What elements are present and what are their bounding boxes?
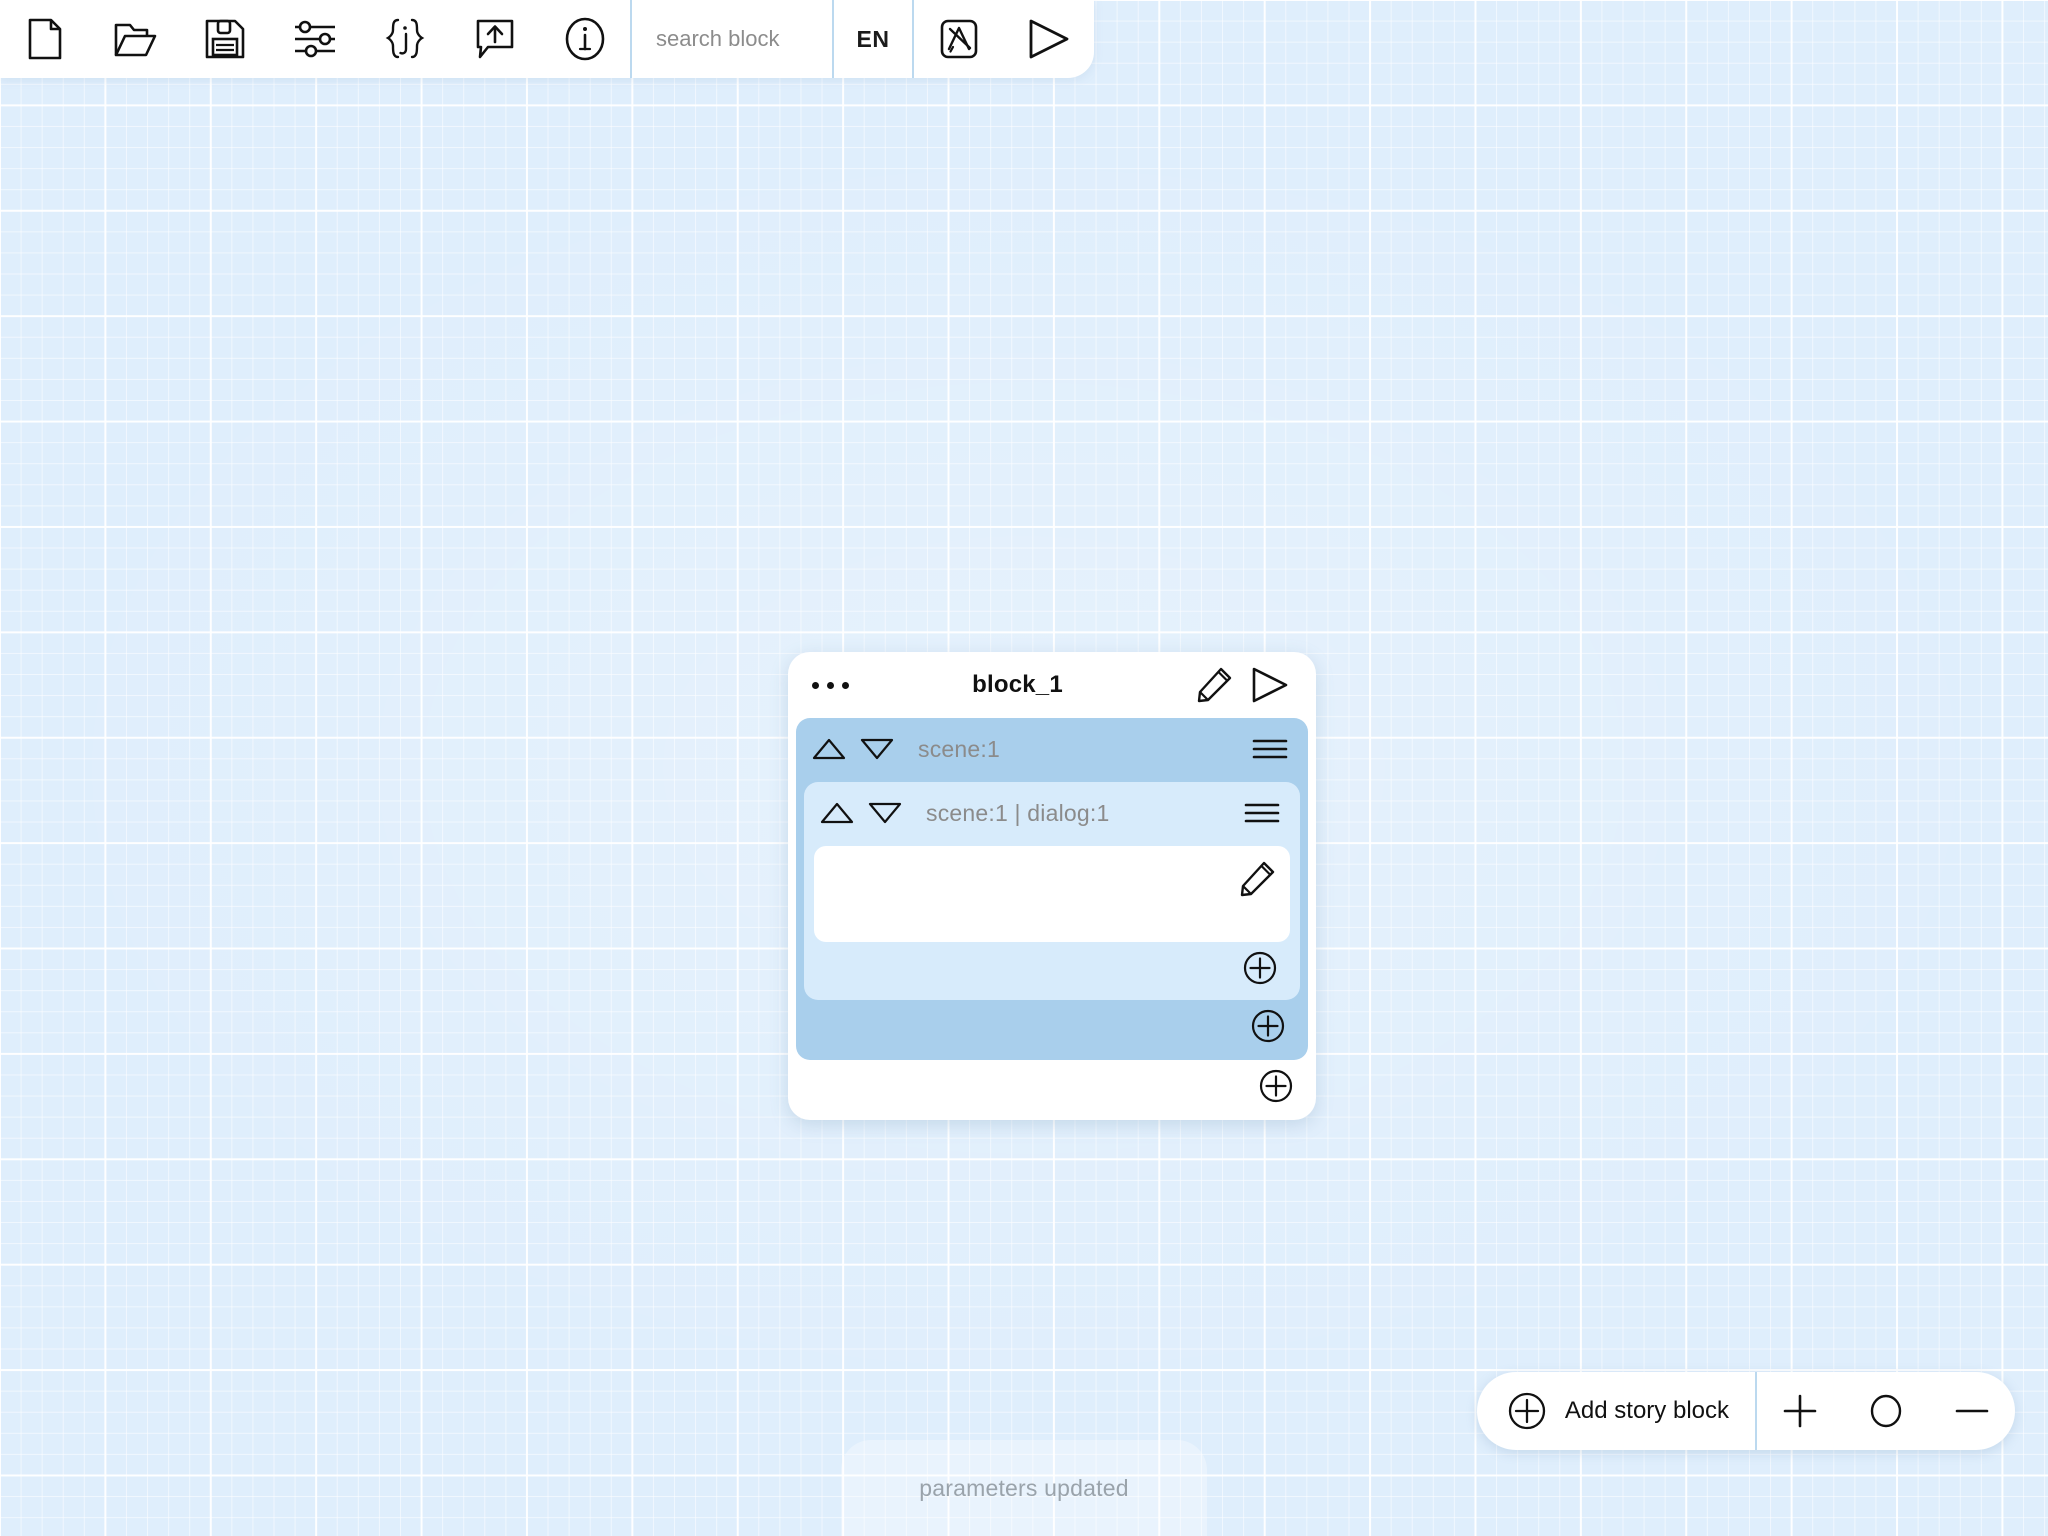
triangle-up-icon <box>820 801 854 825</box>
dialog-row-header: scene:1 | dialog:1 <box>804 782 1300 844</box>
search-input[interactable] <box>632 0 832 78</box>
scene-reorder-arrows <box>810 732 896 766</box>
page-title: block_1 <box>972 671 1063 698</box>
plus-circle-icon <box>1250 1008 1286 1044</box>
dialog-reorder-arrows <box>818 796 904 830</box>
status-toast: parameters updated <box>841 1440 1207 1536</box>
status-message: parameters updated <box>919 1474 1129 1501</box>
info-circle-icon <box>564 16 606 62</box>
scene-menu-button[interactable] <box>1248 727 1292 771</box>
play-button[interactable] <box>1004 0 1094 78</box>
top-toolbar: EN <box>0 0 1094 78</box>
ellipsis-icon[interactable] <box>806 674 855 697</box>
add-scene-button[interactable] <box>1254 1064 1298 1108</box>
scene-move-up-button[interactable] <box>810 732 848 766</box>
play-triangle-icon <box>1248 664 1292 706</box>
triangle-down-icon <box>868 801 902 825</box>
scene-row-header: scene:1 <box>796 718 1308 780</box>
open-folder-button[interactable] <box>90 0 180 78</box>
plus-icon <box>1781 1392 1819 1430</box>
dialog-move-up-button[interactable] <box>818 796 856 830</box>
card-play-button[interactable] <box>1242 657 1298 713</box>
settings-button[interactable] <box>270 0 360 78</box>
add-dialog-button[interactable] <box>1246 1004 1290 1048</box>
hamburger-icon <box>1251 735 1289 763</box>
json-button[interactable] <box>360 0 450 78</box>
ellipsis-dot <box>842 681 849 689</box>
language-button[interactable]: EN <box>834 0 912 78</box>
scene-row[interactable]: scene:1 scene:1 | dialog:1 <box>796 718 1308 1060</box>
canvas-workspace[interactable]: EN <box>0 0 2048 1536</box>
dialog-move-down-button[interactable] <box>866 796 904 830</box>
scene-move-down-button[interactable] <box>858 732 896 766</box>
json-braces-icon <box>384 17 426 61</box>
translate-button[interactable] <box>914 0 1004 78</box>
new-file-button[interactable] <box>0 0 90 78</box>
dialog-text-input[interactable] <box>814 846 1290 942</box>
card-add-strip <box>788 1060 1316 1112</box>
plus-circle-icon <box>1507 1391 1547 1431</box>
speech-bubble-up-arrow-icon <box>474 17 516 61</box>
triangle-down-icon <box>860 737 894 761</box>
zoom-reset-button[interactable] <box>1843 1372 1929 1450</box>
ellipsis-dot <box>812 681 819 689</box>
pencil-icon <box>1195 666 1233 704</box>
export-button[interactable] <box>450 0 540 78</box>
info-button[interactable] <box>540 0 630 78</box>
card-edit-button[interactable] <box>1186 657 1242 713</box>
pencil-icon[interactable] <box>1238 860 1276 898</box>
ellipsis-dot <box>827 681 834 689</box>
bottom-toolbar: Add story block <box>1476 1372 2015 1450</box>
hamburger-icon <box>1243 799 1281 827</box>
add-dialog-item-button[interactable] <box>1238 946 1282 990</box>
scene-add-strip <box>796 1000 1308 1052</box>
circle-icon <box>1867 1392 1905 1430</box>
dialog-label: scene:1 | dialog:1 <box>926 799 1110 826</box>
folder-open-icon <box>113 20 157 58</box>
sliders-icon <box>292 19 338 59</box>
dialog-add-strip <box>804 942 1300 994</box>
add-story-block-label: Add story block <box>1564 1397 1729 1424</box>
floppy-disk-icon <box>205 19 245 59</box>
save-button[interactable] <box>180 0 270 78</box>
plus-circle-icon <box>1242 950 1278 986</box>
zoom-out-button[interactable] <box>1929 1372 2015 1450</box>
play-triangle-icon <box>1025 16 1073 62</box>
zoom-in-button[interactable] <box>1757 1372 1843 1450</box>
file-icon <box>28 18 62 60</box>
card-header: block_1 <box>788 652 1316 718</box>
scene-label: scene:1 <box>918 735 1000 762</box>
minus-icon <box>1953 1392 1991 1430</box>
plus-circle-icon <box>1258 1068 1294 1104</box>
translate-box-icon <box>938 17 980 61</box>
dialog-row[interactable]: scene:1 | dialog:1 <box>804 782 1300 1000</box>
story-block-card[interactable]: block_1 scene:1 scene:1 | dialog:1 <box>788 652 1316 1120</box>
add-story-block-button[interactable]: Add story block <box>1477 1372 1755 1450</box>
triangle-up-icon <box>812 737 846 761</box>
dialog-menu-button[interactable] <box>1240 791 1284 835</box>
